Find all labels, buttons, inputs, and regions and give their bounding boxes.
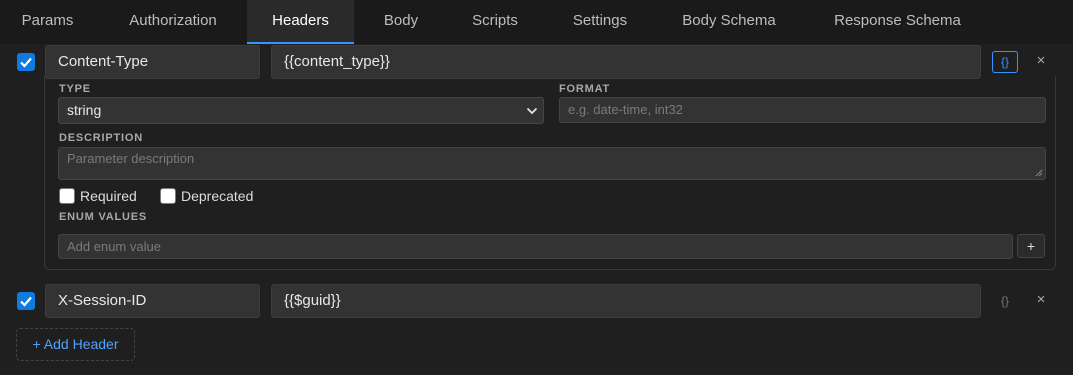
tab-bar: Params Authorization Headers Body Script… [0,0,1073,44]
tab-params[interactable]: Params [0,0,95,44]
enum-placeholder: Add enum value [67,239,161,254]
chevron-down-icon [526,107,538,115]
format-input[interactable]: e.g. date-time, int32 [559,97,1046,123]
checkmark-icon [20,296,32,307]
checkmark-icon [20,57,32,68]
header-value-input[interactable]: {{$guid}} [271,284,981,318]
tab-body-schema[interactable]: Body Schema [668,0,790,44]
description-textarea[interactable]: Parameter description [58,147,1046,180]
close-icon[interactable]: × [1031,290,1051,310]
format-label: FORMAT [559,83,611,95]
add-enum-button[interactable]: + [1017,234,1045,258]
header-enabled-checkbox[interactable] [17,292,35,310]
tab-response-schema[interactable]: Response Schema [820,0,975,44]
tab-authorization[interactable]: Authorization [104,0,242,44]
format-placeholder: e.g. date-time, int32 [568,102,683,117]
header-key-input[interactable]: Content-Type [45,45,260,79]
type-label: TYPE [59,83,91,95]
description-label: DESCRIPTION [59,132,143,144]
tab-settings[interactable]: Settings [560,0,640,44]
add-header-button[interactable]: + Add Header [16,328,135,361]
required-checkbox[interactable] [59,188,75,204]
header-value-input[interactable]: {{content_type}} [271,45,981,79]
deprecated-label: Deprecated [181,188,254,204]
resize-handle-icon[interactable] [1035,169,1043,177]
schema-toggle-icon[interactable]: {} [992,51,1018,73]
header-key-input[interactable]: X-Session-ID [45,284,260,318]
header-enabled-checkbox[interactable] [17,53,35,71]
enum-value-input[interactable]: Add enum value [58,234,1013,259]
type-select-value: string [67,102,102,118]
tab-scripts[interactable]: Scripts [458,0,532,44]
description-placeholder: Parameter description [67,151,195,166]
required-label: Required [80,188,137,204]
tab-headers[interactable]: Headers [247,0,354,44]
close-icon[interactable]: × [1031,51,1051,71]
schema-panel: TYPE string FORMAT e.g. date-time, int32… [44,76,1056,270]
enum-values-label: ENUM VALUES [59,211,148,223]
tab-body[interactable]: Body [366,0,436,44]
type-select[interactable]: string [58,97,544,124]
schema-toggle-icon[interactable]: {} [992,290,1018,312]
deprecated-checkbox[interactable] [160,188,176,204]
